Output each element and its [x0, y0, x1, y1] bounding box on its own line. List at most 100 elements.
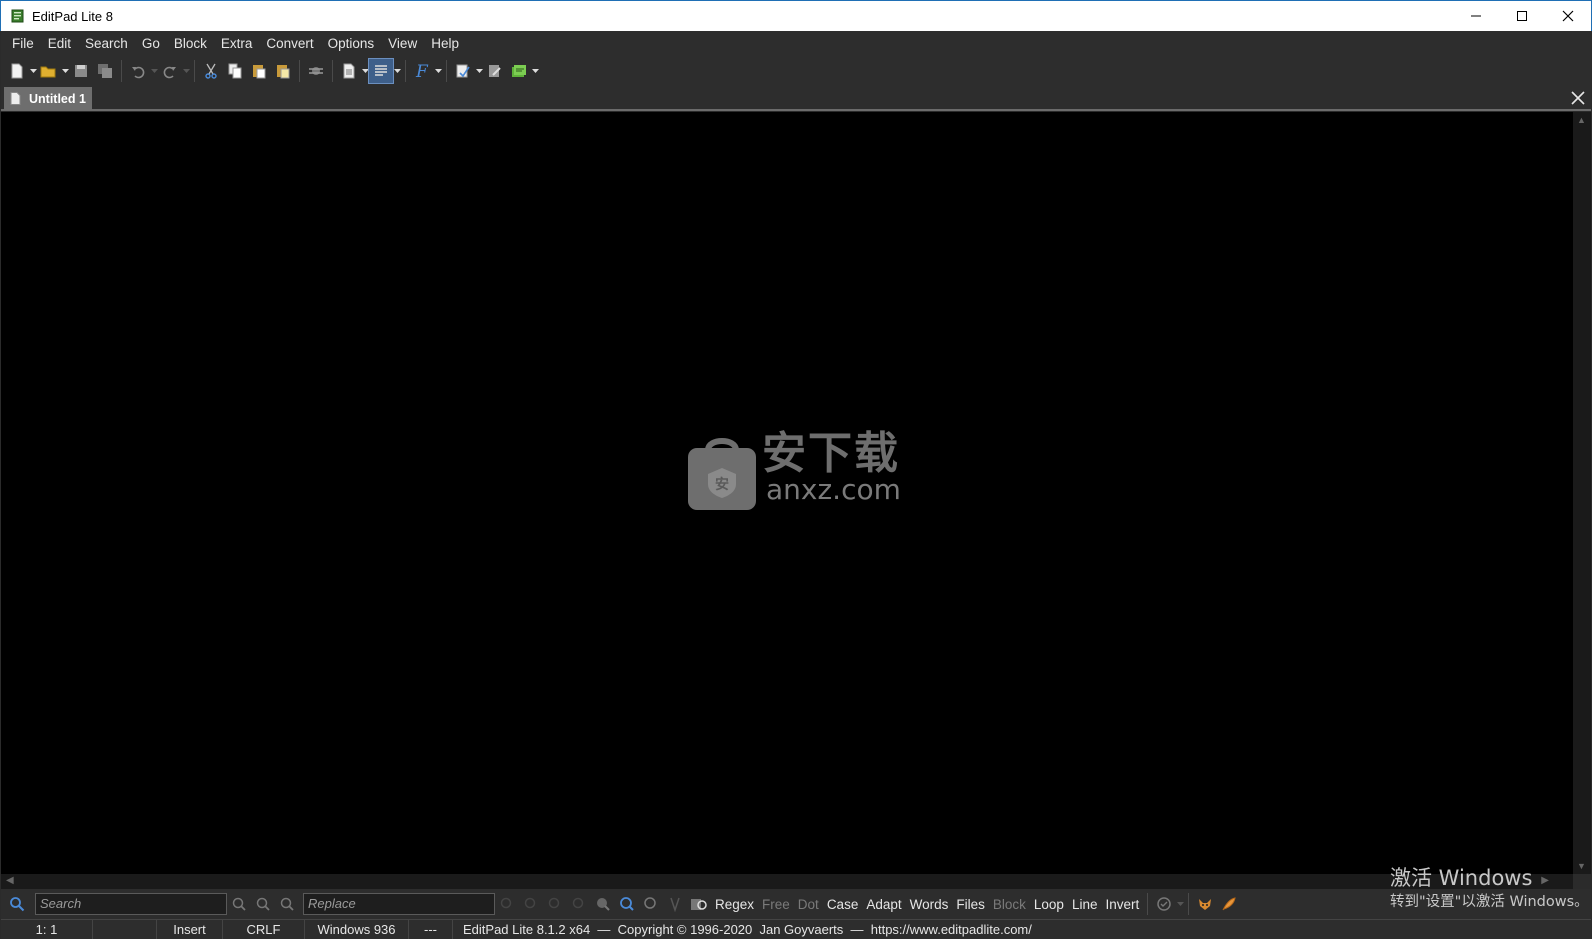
maximize-button[interactable]: [1499, 1, 1545, 31]
status-line-break[interactable]: CRLF: [223, 919, 305, 939]
cut-button[interactable]: [199, 59, 223, 83]
close-icon: [1571, 91, 1585, 105]
undo-dropdown[interactable]: [150, 59, 158, 83]
document-icon: [10, 92, 21, 105]
replace-all-icon: [572, 897, 584, 909]
status-insert-mode[interactable]: Insert: [157, 919, 223, 939]
chevron-down-icon: [434, 69, 442, 73]
vertical-scrollbar[interactable]: ▲ ▼: [1573, 112, 1591, 874]
clip-collection-button[interactable]: [507, 59, 531, 83]
search-input[interactable]: Search: [35, 893, 227, 915]
search-options-dropdown[interactable]: [1176, 892, 1184, 916]
option-invert[interactable]: Invert: [1105, 897, 1139, 912]
menu-go[interactable]: Go: [135, 31, 167, 56]
save-all-button[interactable]: [93, 59, 117, 83]
option-free[interactable]: Free: [762, 897, 790, 912]
chevron-down-icon: [361, 69, 369, 73]
watermark-text-cn: 安下载: [762, 428, 900, 479]
scroll-up-icon[interactable]: ▲: [1577, 115, 1586, 125]
find-previous-button[interactable]: [251, 892, 275, 916]
redo-dropdown[interactable]: [182, 59, 190, 83]
redo-button[interactable]: [158, 59, 182, 83]
tab-bar: Untitled 1: [1, 86, 1591, 111]
paste-button[interactable]: [247, 59, 271, 83]
search-bar: Search Replace Regex Free Dot Case Adapt…: [1, 889, 1591, 919]
spell-check-button[interactable]: [451, 59, 475, 83]
document-dropdown[interactable]: [361, 59, 369, 83]
font-dropdown[interactable]: [434, 59, 442, 83]
option-block[interactable]: Block: [993, 897, 1026, 912]
close-tab-button[interactable]: [1569, 89, 1587, 107]
menu-options[interactable]: Options: [321, 31, 382, 56]
toolbar: F: [1, 56, 1591, 86]
word-wrap-dropdown[interactable]: [393, 59, 401, 83]
close-button[interactable]: [1545, 1, 1591, 31]
spell-check-icon: [456, 64, 470, 78]
replace-next-button[interactable]: [519, 892, 543, 916]
fold-button[interactable]: [663, 892, 687, 916]
status-blank: [93, 919, 157, 939]
find-all-button[interactable]: [615, 892, 639, 916]
feather-button[interactable]: [1217, 892, 1241, 916]
menu-search[interactable]: Search: [78, 31, 135, 56]
horizontal-scrollbar[interactable]: ◀ ▶: [1, 874, 1573, 889]
search-history-button[interactable]: [687, 892, 711, 916]
find-next-button[interactable]: [275, 892, 299, 916]
menu-block[interactable]: Block: [167, 31, 214, 56]
minimize-button[interactable]: [1453, 1, 1499, 31]
new-file-dropdown[interactable]: [29, 59, 37, 83]
find-first-icon: [232, 897, 246, 911]
option-case[interactable]: Case: [827, 897, 859, 912]
watermark-logo: 安 安下载 anxz.com: [686, 430, 906, 512]
save-icon: [75, 65, 87, 77]
redo-icon: [163, 66, 176, 79]
word-wrap-button[interactable]: [368, 58, 394, 84]
menu-extra[interactable]: Extra: [214, 31, 260, 56]
save-button[interactable]: [69, 59, 93, 83]
fox-icon: [1199, 899, 1212, 910]
status-encoding[interactable]: Windows 936: [305, 919, 409, 939]
clip-collection-dropdown[interactable]: [531, 59, 539, 83]
menu-convert[interactable]: Convert: [259, 31, 320, 56]
option-adapt[interactable]: Adapt: [866, 897, 901, 912]
highlight-button[interactable]: [591, 892, 615, 916]
replace-previous-button[interactable]: [543, 892, 567, 916]
activation-title: 激活 Windows: [1390, 866, 1533, 890]
find-first-button[interactable]: [227, 892, 251, 916]
fox-button[interactable]: [1193, 892, 1217, 916]
search-panel-button[interactable]: [5, 892, 29, 916]
open-file-button[interactable]: [37, 59, 61, 83]
option-loop[interactable]: Loop: [1034, 897, 1064, 912]
svg-text:安: 安: [715, 476, 729, 493]
tab-untitled-1[interactable]: Untitled 1: [4, 87, 92, 110]
option-line[interactable]: Line: [1072, 897, 1098, 912]
edit-document-button[interactable]: [483, 59, 507, 83]
scroll-left-icon[interactable]: ◀: [6, 875, 14, 886]
search-options-button[interactable]: [1152, 892, 1176, 916]
menu-view[interactable]: View: [381, 31, 424, 56]
replace-button[interactable]: [495, 892, 519, 916]
font-button[interactable]: F: [410, 59, 434, 83]
option-dot[interactable]: Dot: [798, 897, 819, 912]
menu-file[interactable]: File: [5, 31, 41, 56]
option-files[interactable]: Files: [956, 897, 985, 912]
option-words[interactable]: Words: [910, 897, 949, 912]
option-regex[interactable]: Regex: [715, 897, 754, 912]
undo-button[interactable]: [126, 59, 150, 83]
clipboard-button[interactable]: [304, 59, 328, 83]
pencil-icon: [489, 65, 501, 77]
window-title: EditPad Lite 8: [32, 8, 113, 24]
replace-all-button[interactable]: [567, 892, 591, 916]
open-file-dropdown[interactable]: [61, 59, 69, 83]
menu-edit[interactable]: Edit: [41, 31, 78, 56]
new-file-button[interactable]: [5, 59, 29, 83]
close-icon: [1562, 10, 1574, 22]
spell-check-dropdown[interactable]: [475, 59, 483, 83]
copy-button[interactable]: [223, 59, 247, 83]
paste-special-button[interactable]: [271, 59, 295, 83]
menu-help[interactable]: Help: [424, 31, 466, 56]
replace-input[interactable]: Replace: [303, 893, 495, 915]
document-button[interactable]: [337, 59, 361, 83]
count-matches-button[interactable]: [639, 892, 663, 916]
replace-previous-icon: [548, 897, 560, 909]
